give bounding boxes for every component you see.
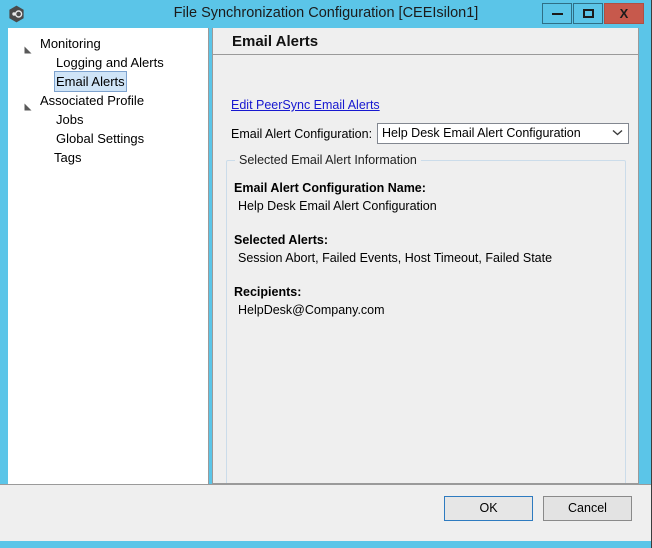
- email-alert-configuration-name-field: Email Alert Configuration Name: Help Des…: [234, 181, 437, 213]
- field-value: HelpDesk@Company.com: [238, 303, 385, 317]
- maximize-icon: [582, 9, 594, 18]
- sidebar-item-associated-profile[interactable]: Associated Profile: [8, 91, 208, 111]
- title-bar: File Synchronization Configuration [CEEI…: [0, 0, 652, 28]
- selected-alerts-field: Selected Alerts: Session Abort, Failed E…: [234, 233, 552, 265]
- dropdown-selected-value: Help Desk Email Alert Configuration: [382, 126, 581, 140]
- sidebar-item-jobs[interactable]: Jobs: [8, 110, 208, 129]
- dialog-footer: OK Cancel: [0, 484, 651, 541]
- maximize-button[interactable]: [573, 3, 603, 24]
- close-icon: X: [619, 6, 629, 21]
- field-value: Session Abort, Failed Events, Host Timeo…: [238, 251, 553, 265]
- sidebar-item-tags[interactable]: Tags: [8, 148, 208, 167]
- sidebar-item-label: Email Alerts: [54, 71, 127, 92]
- window-bottom-edge: [0, 541, 651, 548]
- sidebar-item-label: Jobs: [56, 112, 84, 127]
- minimize-button[interactable]: [542, 3, 572, 24]
- tree-expander-expanded-icon[interactable]: [24, 97, 32, 111]
- sidebar-item-global-settings[interactable]: Global Settings: [8, 129, 208, 148]
- sidebar-item-label: Monitoring: [40, 36, 101, 51]
- email-alert-configuration-dropdown[interactable]: Help Desk Email Alert Configuration: [377, 123, 629, 144]
- dialog-window: File Synchronization Configuration [CEEI…: [0, 0, 652, 548]
- field-label: Recipients:: [234, 285, 302, 299]
- recipients-field: Recipients: HelpDesk@Company.com: [234, 285, 385, 317]
- field-label: Selected Alerts:: [234, 233, 329, 247]
- sidebar-item-logging-and-alerts[interactable]: Logging and Alerts: [8, 53, 208, 72]
- sidebar-item-label: Global Settings: [56, 131, 145, 146]
- sidebar-item-label: Associated Profile: [40, 93, 145, 108]
- close-button[interactable]: X: [604, 3, 644, 24]
- sidebar-item-monitoring[interactable]: Monitoring: [8, 34, 208, 54]
- field-label: Email Alert Configuration Name:: [234, 181, 426, 195]
- navigation-tree[interactable]: Monitoring Logging and Alerts Email Alerts…: [8, 28, 209, 488]
- chevron-down-icon: [612, 124, 623, 143]
- ok-button[interactable]: OK: [444, 496, 533, 521]
- group-legend: Selected Email Alert Information: [235, 153, 421, 167]
- edit-peersync-email-alerts-link[interactable]: Edit PeerSync Email Alerts: [231, 98, 380, 112]
- email-alert-configuration-label: Email Alert Configuration:: [231, 127, 373, 141]
- minimize-icon: [551, 12, 563, 15]
- sidebar-item-label: Logging and Alerts: [56, 55, 164, 70]
- field-value: Help Desk Email Alert Configuration: [238, 199, 437, 213]
- cancel-button[interactable]: Cancel: [543, 496, 632, 521]
- selected-email-alert-information-group: Selected Email Alert Information Email A…: [226, 153, 626, 483]
- page-title: Email Alerts: [213, 28, 638, 55]
- sidebar-item-email-alerts[interactable]: Email Alerts: [8, 71, 208, 92]
- sidebar-item-label: Tags: [54, 150, 82, 165]
- content-panel: Email Alerts Edit PeerSync Email Alerts …: [212, 28, 639, 484]
- tree-expander-expanded-icon[interactable]: [24, 40, 32, 54]
